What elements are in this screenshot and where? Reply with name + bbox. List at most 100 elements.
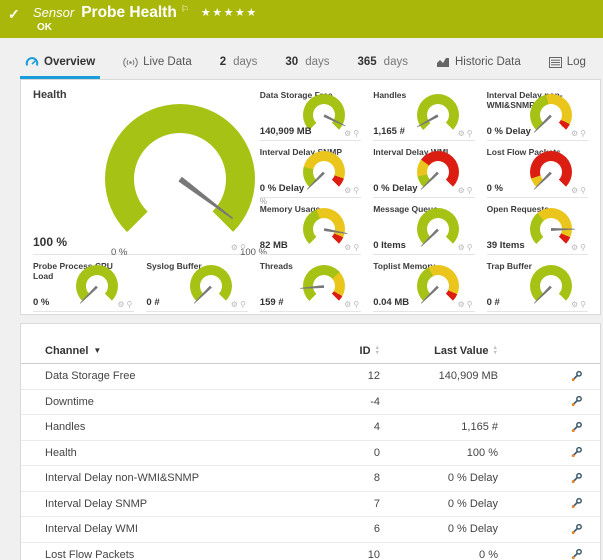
channel-settings-icon[interactable] xyxy=(570,548,583,560)
channel-settings-icon[interactable] xyxy=(570,497,583,510)
gear-icon[interactable]: ⚙ xyxy=(458,130,465,138)
column-header-id[interactable]: ID ▲▼ xyxy=(360,345,380,357)
gauge-min-label: 0 % xyxy=(111,247,127,258)
pin-icon[interactable]: ⚲ xyxy=(580,244,586,252)
gear-icon[interactable]: ⚙ xyxy=(571,187,578,195)
channel-id: 7 xyxy=(374,498,380,510)
channel-last-value: 0 % Delay xyxy=(448,523,498,535)
channel-settings-icon[interactable] xyxy=(570,370,583,383)
table-row[interactable]: Interval Delay non-WMI&SNMP 8 0 % Delay xyxy=(21,466,600,492)
channel-id: 4 xyxy=(374,421,380,433)
gauge-tile-probe-process-cpu-load[interactable]: Probe Process CPU Load 0 % ⚙⚲ xyxy=(33,259,134,312)
channel-id: 8 xyxy=(374,472,380,484)
pin-icon[interactable]: ⚲ xyxy=(127,301,133,309)
gauge-tile-syslog-buffer[interactable]: Syslog Buffer 0 # ⚙⚲ xyxy=(146,259,247,312)
gauge-tile-lost-flow-packets[interactable]: Lost Flow Packets 0 % ⚙⚲ xyxy=(487,145,588,198)
gear-icon[interactable]: ⚙ xyxy=(458,244,465,252)
gauge-tile-handles[interactable]: Handles 1,165 # ⚙⚲ xyxy=(373,88,474,141)
channel-settings-icon[interactable] xyxy=(570,421,583,434)
pin-icon[interactable]: ⚲ xyxy=(240,301,246,309)
status-badge: OK xyxy=(37,22,52,33)
channel-settings-icon[interactable] xyxy=(570,446,583,459)
gear-icon[interactable]: ⚙ xyxy=(231,244,238,252)
gauge-value: 0 Items xyxy=(373,240,406,251)
channel-settings-icon[interactable] xyxy=(570,523,583,536)
table-row[interactable]: Health 0 100 % xyxy=(21,441,600,467)
gear-icon[interactable]: ⚙ xyxy=(344,187,351,195)
table-row[interactable]: Interval Delay SNMP 7 0 % Delay xyxy=(21,492,600,518)
priority-stars-icon[interactable]: ★★★★★ xyxy=(201,6,258,19)
pin-icon[interactable]: ⚲ xyxy=(353,244,359,252)
tab-live-data[interactable]: Live Data xyxy=(118,56,197,79)
gear-icon[interactable]: ⚙ xyxy=(231,301,238,309)
gauge-tile-open-requests[interactable]: Open Requests 39 Items ⚙⚲ xyxy=(487,202,588,255)
column-header-last-value[interactable]: Last Value ▲▼ xyxy=(434,345,498,357)
pin-icon[interactable]: ⚲ xyxy=(353,187,359,195)
pin-icon[interactable]: ⚲ xyxy=(467,244,473,252)
tab-label: Log xyxy=(567,56,586,68)
pin-icon[interactable]: ⚲ xyxy=(240,244,246,252)
pin-icon[interactable]: ⚲ xyxy=(467,187,473,195)
pin-icon[interactable]: ⚲ xyxy=(580,130,586,138)
gauge-dial xyxy=(417,94,459,136)
gauge-value: 1,165 # xyxy=(373,126,405,137)
gauge-tile-interval-delay-non-wmi-snmp[interactable]: Interval Delay non-WMI&SNMP 0 % Delay ⚙⚲ xyxy=(487,88,588,141)
table-row[interactable]: Downtime -4 xyxy=(21,390,600,416)
table-row[interactable]: Handles 4 1,165 # xyxy=(21,415,600,441)
tab-label: Overview xyxy=(44,56,95,68)
gauge-tile-trap-buffer[interactable]: Trap Buffer 0 # ⚙⚲ xyxy=(487,259,588,312)
channel-last-value: 1,165 # xyxy=(461,421,498,433)
gauge-tile-interval-delay-wmi[interactable]: Interval Delay WMI 0 % Delay ⚙⚲ xyxy=(373,145,474,198)
tab-365-days[interactable]: 365 days xyxy=(352,56,412,79)
pin-icon[interactable]: ⚲ xyxy=(580,301,586,309)
gauge-value: 0 % xyxy=(33,297,49,308)
tab-log[interactable]: Log xyxy=(544,56,591,79)
table-row[interactable]: Data Storage Free 12 140,909 MB xyxy=(21,364,600,390)
channel-name: Lost Flow Packets xyxy=(45,549,325,560)
gauge-tile-memory-usage[interactable]: Memory Usage 82 MB ⚙⚲ xyxy=(260,202,361,255)
gear-icon[interactable]: ⚙ xyxy=(571,130,578,138)
gear-icon[interactable]: ⚙ xyxy=(344,130,351,138)
gear-icon[interactable]: ⚙ xyxy=(571,301,578,309)
sensor-title: Probe Health xyxy=(81,4,177,22)
pin-icon[interactable]: ⚲ xyxy=(580,187,586,195)
gauge-tile-threads[interactable]: Threads 159 # ⚙⚲ xyxy=(260,259,361,312)
column-header-channel[interactable]: Channel ▼ xyxy=(45,345,325,357)
pin-icon[interactable]: ⚲ xyxy=(467,130,473,138)
gauges-panel: Health 0 % 100 % % 100 % ⚙ ⚲ Data Storag… xyxy=(20,79,601,315)
gauge-value: 39 Items xyxy=(487,240,525,251)
gear-icon[interactable]: ⚙ xyxy=(117,301,124,309)
channel-name: Health xyxy=(45,447,325,459)
channel-name: Handles xyxy=(45,421,325,433)
channel-settings-icon[interactable] xyxy=(570,472,583,485)
gear-icon[interactable]: ⚙ xyxy=(571,244,578,252)
gauge-dial xyxy=(417,151,459,193)
gauge-value: 0.04 MB xyxy=(373,297,409,308)
channel-settings-icon[interactable] xyxy=(570,395,583,408)
gauge-tile-toplist-memory[interactable]: Toplist Memory 0.04 MB ⚙⚲ xyxy=(373,259,474,312)
flag-icon[interactable]: ⚐ xyxy=(181,4,189,15)
channel-id: -4 xyxy=(370,396,380,408)
pin-icon[interactable]: ⚲ xyxy=(353,301,359,309)
channel-name: Data Storage Free xyxy=(45,370,325,382)
gauge-tile-data-storage-free[interactable]: Data Storage Free 140,909 MB ⚙⚲ xyxy=(260,88,361,141)
gauge-dial xyxy=(303,151,345,193)
gear-icon[interactable]: ⚙ xyxy=(458,301,465,309)
channel-last-value: 0 % Delay xyxy=(448,498,498,510)
gauge-tile-health[interactable]: Health 0 % 100 % % 100 % ⚙ ⚲ xyxy=(33,88,248,255)
tab-historic-data[interactable]: Historic Data xyxy=(431,56,526,79)
tab-30-days[interactable]: 30 days xyxy=(280,56,334,79)
gauge-value: 0 # xyxy=(146,297,159,308)
gauge-tile-interval-delay-snmp[interactable]: Interval Delay SNMP 0 % Delay ⚙⚲ xyxy=(260,145,361,198)
table-row[interactable]: Lost Flow Packets 10 0 % xyxy=(21,543,600,560)
pin-icon[interactable]: ⚲ xyxy=(353,130,359,138)
tab-2-days[interactable]: 2 days xyxy=(215,56,263,79)
gauge-dial xyxy=(530,151,572,193)
gear-icon[interactable]: ⚙ xyxy=(344,244,351,252)
gauge-tile-message-queue[interactable]: Message Queue 0 Items ⚙⚲ xyxy=(373,202,474,255)
gear-icon[interactable]: ⚙ xyxy=(344,301,351,309)
tab-overview[interactable]: Overview xyxy=(20,55,100,79)
pin-icon[interactable]: ⚲ xyxy=(467,301,473,309)
gear-icon[interactable]: ⚙ xyxy=(458,187,465,195)
table-row[interactable]: Interval Delay WMI 6 0 % Delay xyxy=(21,517,600,543)
